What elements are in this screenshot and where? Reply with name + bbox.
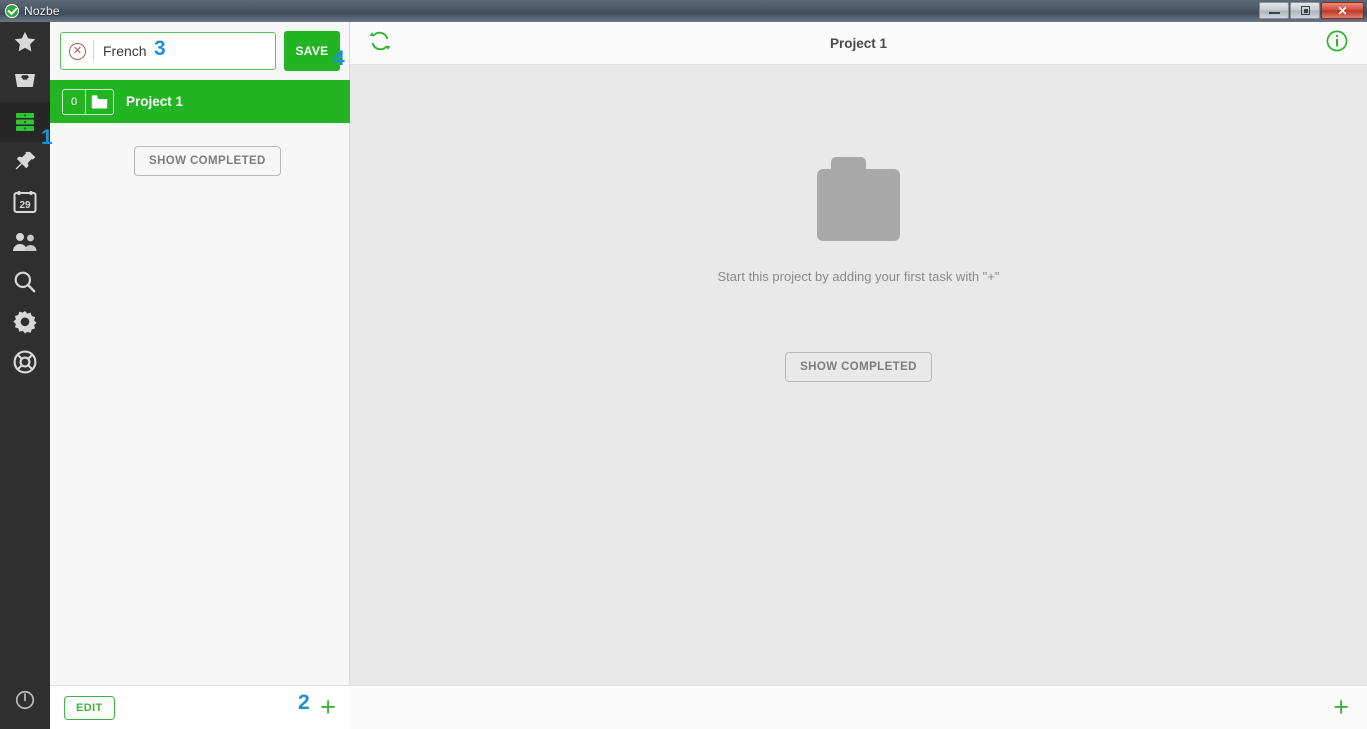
pin-icon (12, 149, 38, 175)
project-list-item[interactable]: 0 Project 1 (50, 80, 350, 123)
star-icon (12, 29, 38, 55)
annotation-1: 1 (41, 126, 53, 149)
minimize-button[interactable] (1259, 2, 1289, 19)
save-button[interactable]: SAVE (284, 31, 340, 71)
project-task-count: 0 (70, 95, 78, 108)
sidebar-item-help[interactable] (0, 342, 50, 382)
sidebar-item-team[interactable] (0, 222, 50, 262)
project-search-row: ✕ French SAVE (50, 22, 350, 80)
empty-state: Start this project by adding your first … (350, 65, 1367, 382)
search-input[interactable]: ✕ French (60, 32, 276, 70)
power-icon (14, 689, 36, 716)
projects-panel: ✕ French SAVE (50, 22, 350, 729)
window-titlebar: Nozbe ✕ (0, 0, 1367, 22)
titlebar-left-group: Nozbe (0, 4, 60, 18)
add-task-button[interactable]: + (1333, 694, 1349, 721)
sidebar-item-settings[interactable] (0, 302, 50, 342)
input-divider (93, 40, 94, 62)
sidebar-item-calendar[interactable]: 29 (0, 182, 50, 222)
project-name: Project 1 (126, 94, 184, 109)
team-icon (11, 230, 39, 254)
annotation-3: 3 (154, 37, 166, 60)
project-badge: 0 (62, 88, 114, 115)
sync-icon[interactable] (368, 29, 392, 58)
add-project-button[interactable]: + (320, 694, 336, 721)
edit-button[interactable]: EDIT (64, 695, 115, 720)
folder-icon (817, 157, 900, 241)
annotation-2: 2 (298, 691, 310, 714)
main-panel: Project 1 Start this project by adding y… (350, 22, 1367, 729)
app-title: Nozbe (24, 4, 60, 18)
restore-button[interactable] (1290, 2, 1320, 19)
sidebar-item-inbox[interactable] (0, 62, 50, 102)
main-footer: + (350, 685, 1367, 729)
info-icon[interactable] (1325, 29, 1349, 58)
clear-circle-icon[interactable]: ✕ (69, 42, 86, 60)
inbox-icon (12, 70, 38, 94)
check-circle-icon (5, 4, 19, 18)
page-title: Project 1 (829, 35, 888, 51)
main-show-completed-button[interactable]: SHOW COMPLETED (785, 352, 932, 382)
search-icon (12, 269, 38, 295)
gear-icon (12, 309, 38, 335)
projects-icon (13, 110, 37, 134)
search-input-value: French (103, 43, 147, 59)
sidebar-item-priority[interactable] (0, 22, 50, 62)
main-header: Project 1 (350, 22, 1367, 65)
annotation-4: 4 (333, 47, 345, 70)
window-controls: ✕ (1259, 2, 1364, 19)
svg-text:29: 29 (19, 200, 31, 211)
sidebar-item-search[interactable] (0, 262, 50, 302)
folder-icon (85, 89, 113, 114)
close-button[interactable]: ✕ (1321, 2, 1364, 19)
calendar-icon: 29 (12, 190, 38, 214)
lifebuoy-icon (12, 349, 38, 375)
left-show-completed-button[interactable]: SHOW COMPLETED (134, 146, 281, 176)
logout-button[interactable] (0, 687, 50, 717)
empty-state-text: Start this project by adding your first … (717, 269, 1000, 284)
